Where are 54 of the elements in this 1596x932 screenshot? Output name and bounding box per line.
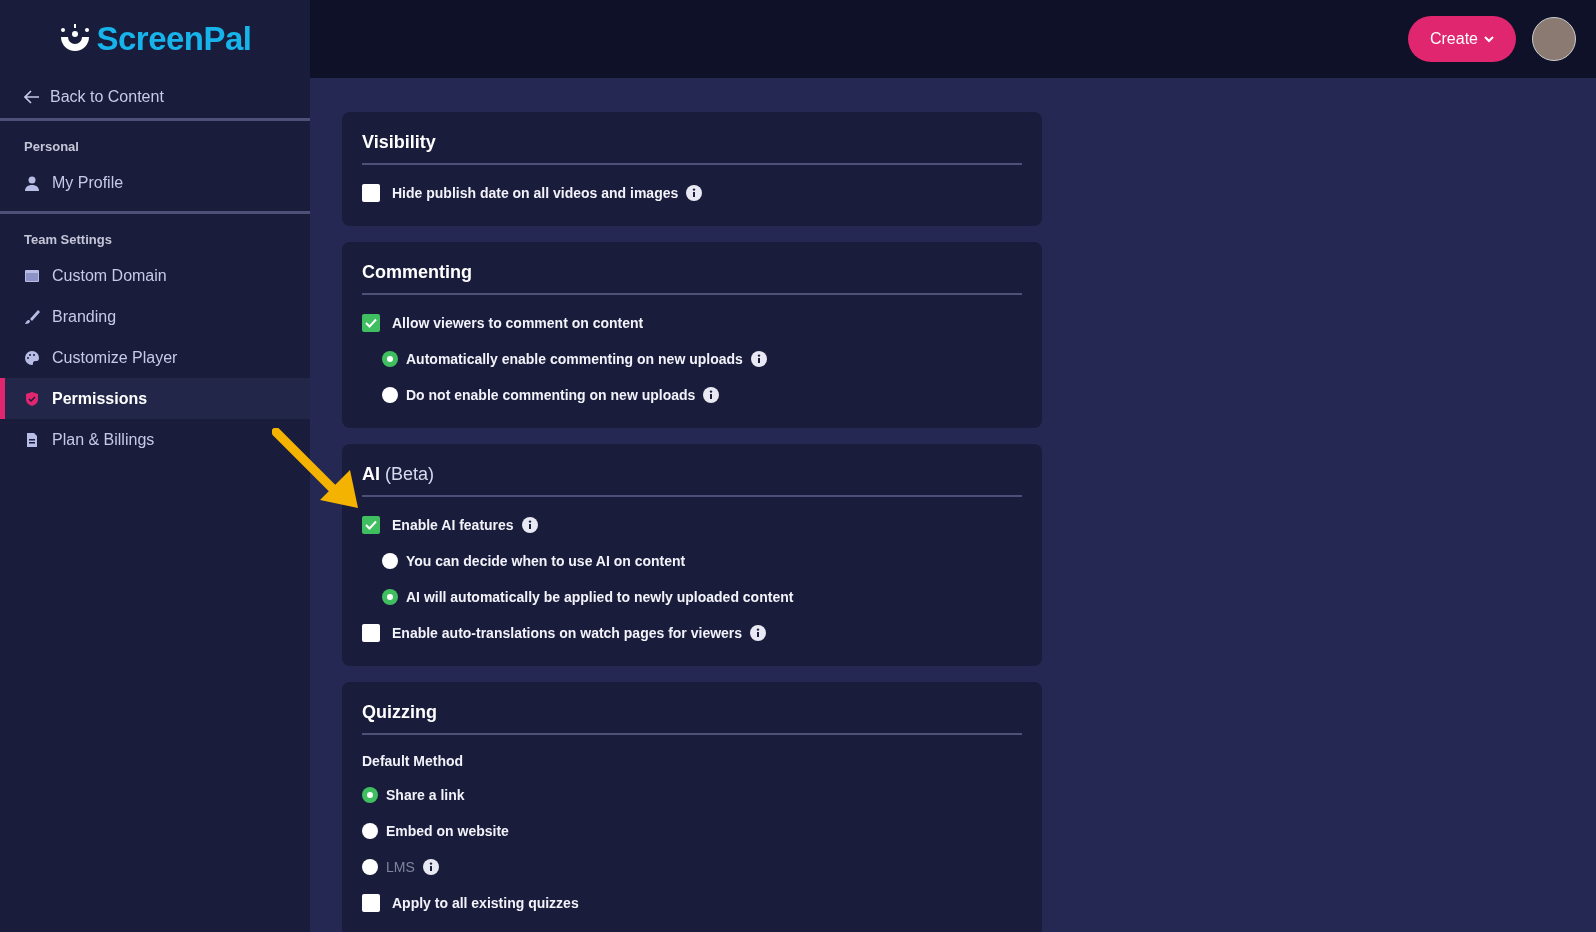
sidebar-item[interactable]: Plan & Billings [0,419,310,460]
create-button[interactable]: Create [1407,16,1516,62]
sidebar-item[interactable]: Branding [0,296,310,337]
radio-button[interactable] [362,823,378,839]
checkbox-label: Apply to all existing quizzes [392,895,579,911]
radio-label: LMS [386,859,415,875]
palette-icon [24,349,40,366]
sidebar-item[interactable]: Permissions [0,378,310,419]
radio-button[interactable] [362,787,378,803]
checkbox[interactable] [362,516,380,534]
radio-button[interactable] [382,387,398,403]
arrow-left-icon [24,90,40,104]
section-title: Visibility [362,132,436,153]
radio-label: You can decide when to use AI on content [406,553,686,569]
info-icon[interactable] [750,351,767,367]
back-link[interactable]: Back to Content [0,78,310,121]
section-note: (Beta) [385,464,435,485]
info-icon[interactable] [521,517,538,533]
checkbox[interactable] [362,184,380,202]
sidebar-item[interactable]: Custom Domain [0,255,310,296]
checkbox[interactable] [362,624,380,642]
section-title: Commenting [362,262,472,283]
radio-label: Automatically enable commenting on new uploads [406,351,743,367]
info-icon[interactable] [703,387,720,403]
shield-icon [24,390,40,407]
radio-label: AI will automatically be applied to newly uploaded content [406,589,794,605]
brush-icon [24,308,40,325]
checkbox-label: Enable auto-translations on watch pages for viewers [392,625,743,641]
section-title: Quizzing [362,702,437,723]
document-icon [24,431,40,448]
sidebar-item[interactable]: Customize Player [0,337,310,378]
section-title: AI [362,464,380,485]
logo-text: ScreenPal [96,20,252,58]
sidebar-heading: Team Settings [23,232,113,249]
radio-label: Share a link [386,787,465,803]
window-icon [24,267,40,284]
avatar-placeholder[interactable] [1532,17,1576,61]
info-icon[interactable] [750,625,767,641]
radio-button[interactable] [382,589,398,605]
radio-label: Embed on website [386,823,509,839]
user-icon [24,174,40,191]
checkbox-label: Hide publish date on all videos and images [392,185,679,201]
radio-button[interactable] [382,351,398,367]
checkbox[interactable] [362,894,380,912]
info-icon[interactable] [686,185,703,201]
sidebar-heading: Personal [23,139,80,156]
checkbox-label: Enable AI features [392,517,514,533]
radio-label: Do not enable commenting on new uploads [406,387,696,403]
subheading: Default Method [362,752,465,771]
radio-button[interactable] [382,553,398,569]
checkbox-label: Allow viewers to comment on content [392,315,644,331]
chevron-down-icon [1484,35,1494,43]
sidebar-item[interactable]: My Profile [0,162,310,203]
checkbox[interactable] [362,314,380,332]
